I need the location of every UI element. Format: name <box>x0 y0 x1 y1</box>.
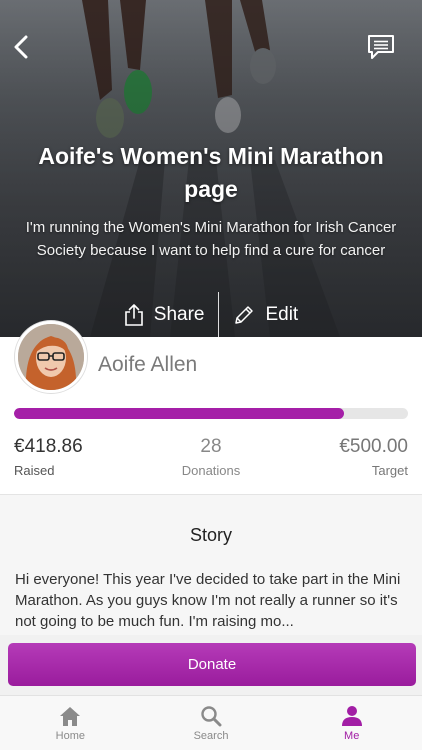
donate-button[interactable]: Donate <box>8 643 416 686</box>
donate-bar: Donate <box>0 635 422 695</box>
page-title: Aoife's Women's Mini Marathon page <box>38 143 384 202</box>
avatar[interactable] <box>15 321 87 393</box>
back-button[interactable] <box>4 30 38 64</box>
fundraising-progress-bar <box>14 408 408 419</box>
story-text: Hi everyone! This year I've decided to t… <box>15 571 401 630</box>
home-icon <box>60 707 81 726</box>
chat-bubble-icon <box>368 35 394 59</box>
person-icon <box>341 706 362 726</box>
fundraiser-summary: Aoife Allen €418.86 Raised 28 Donations … <box>0 321 422 495</box>
tab-search[interactable]: Search <box>141 696 282 750</box>
story-section[interactable]: Story Hi everyone! This year I've decide… <box>0 495 422 635</box>
target-amount: €500.00 <box>339 436 408 457</box>
tab-search-label: Search <box>193 730 229 742</box>
tab-me[interactable]: Me <box>281 696 422 750</box>
share-icon <box>124 303 143 326</box>
share-button[interactable]: Share <box>110 303 219 327</box>
story-title: Story <box>189 525 232 545</box>
page-subtitle: I'm running the Women's Mini Marathon fo… <box>25 219 397 259</box>
tab-me-label: Me <box>344 730 360 742</box>
messages-button[interactable] <box>364 30 398 64</box>
raised-stat: €418.86 Raised <box>14 435 83 478</box>
share-label: Share <box>153 303 205 325</box>
fundraiser-name: Aoife Allen <box>98 353 198 376</box>
profile-photo <box>18 324 84 390</box>
edit-button[interactable]: Edit <box>219 304 312 326</box>
donations-count: 28 <box>200 436 222 457</box>
target-label: Target <box>371 463 408 478</box>
progress-fill <box>14 408 344 419</box>
edit-label: Edit <box>265 303 299 325</box>
header-hero: Aoife's Women's Mini Marathon page I'm r… <box>0 0 422 337</box>
search-icon <box>201 706 222 727</box>
chevron-left-icon <box>14 35 28 59</box>
tab-bar: Home Search Me <box>0 695 422 750</box>
raised-amount: €418.86 <box>14 436 83 457</box>
target-stat: €500.00 Target <box>339 435 408 478</box>
tab-home[interactable]: Home <box>0 696 141 750</box>
tab-home-label: Home <box>55 730 85 742</box>
raised-label: Raised <box>14 463 55 478</box>
donations-label: Donations <box>181 463 241 478</box>
pencil-icon <box>235 305 254 324</box>
donations-stat[interactable]: 28 Donations <box>150 435 272 478</box>
